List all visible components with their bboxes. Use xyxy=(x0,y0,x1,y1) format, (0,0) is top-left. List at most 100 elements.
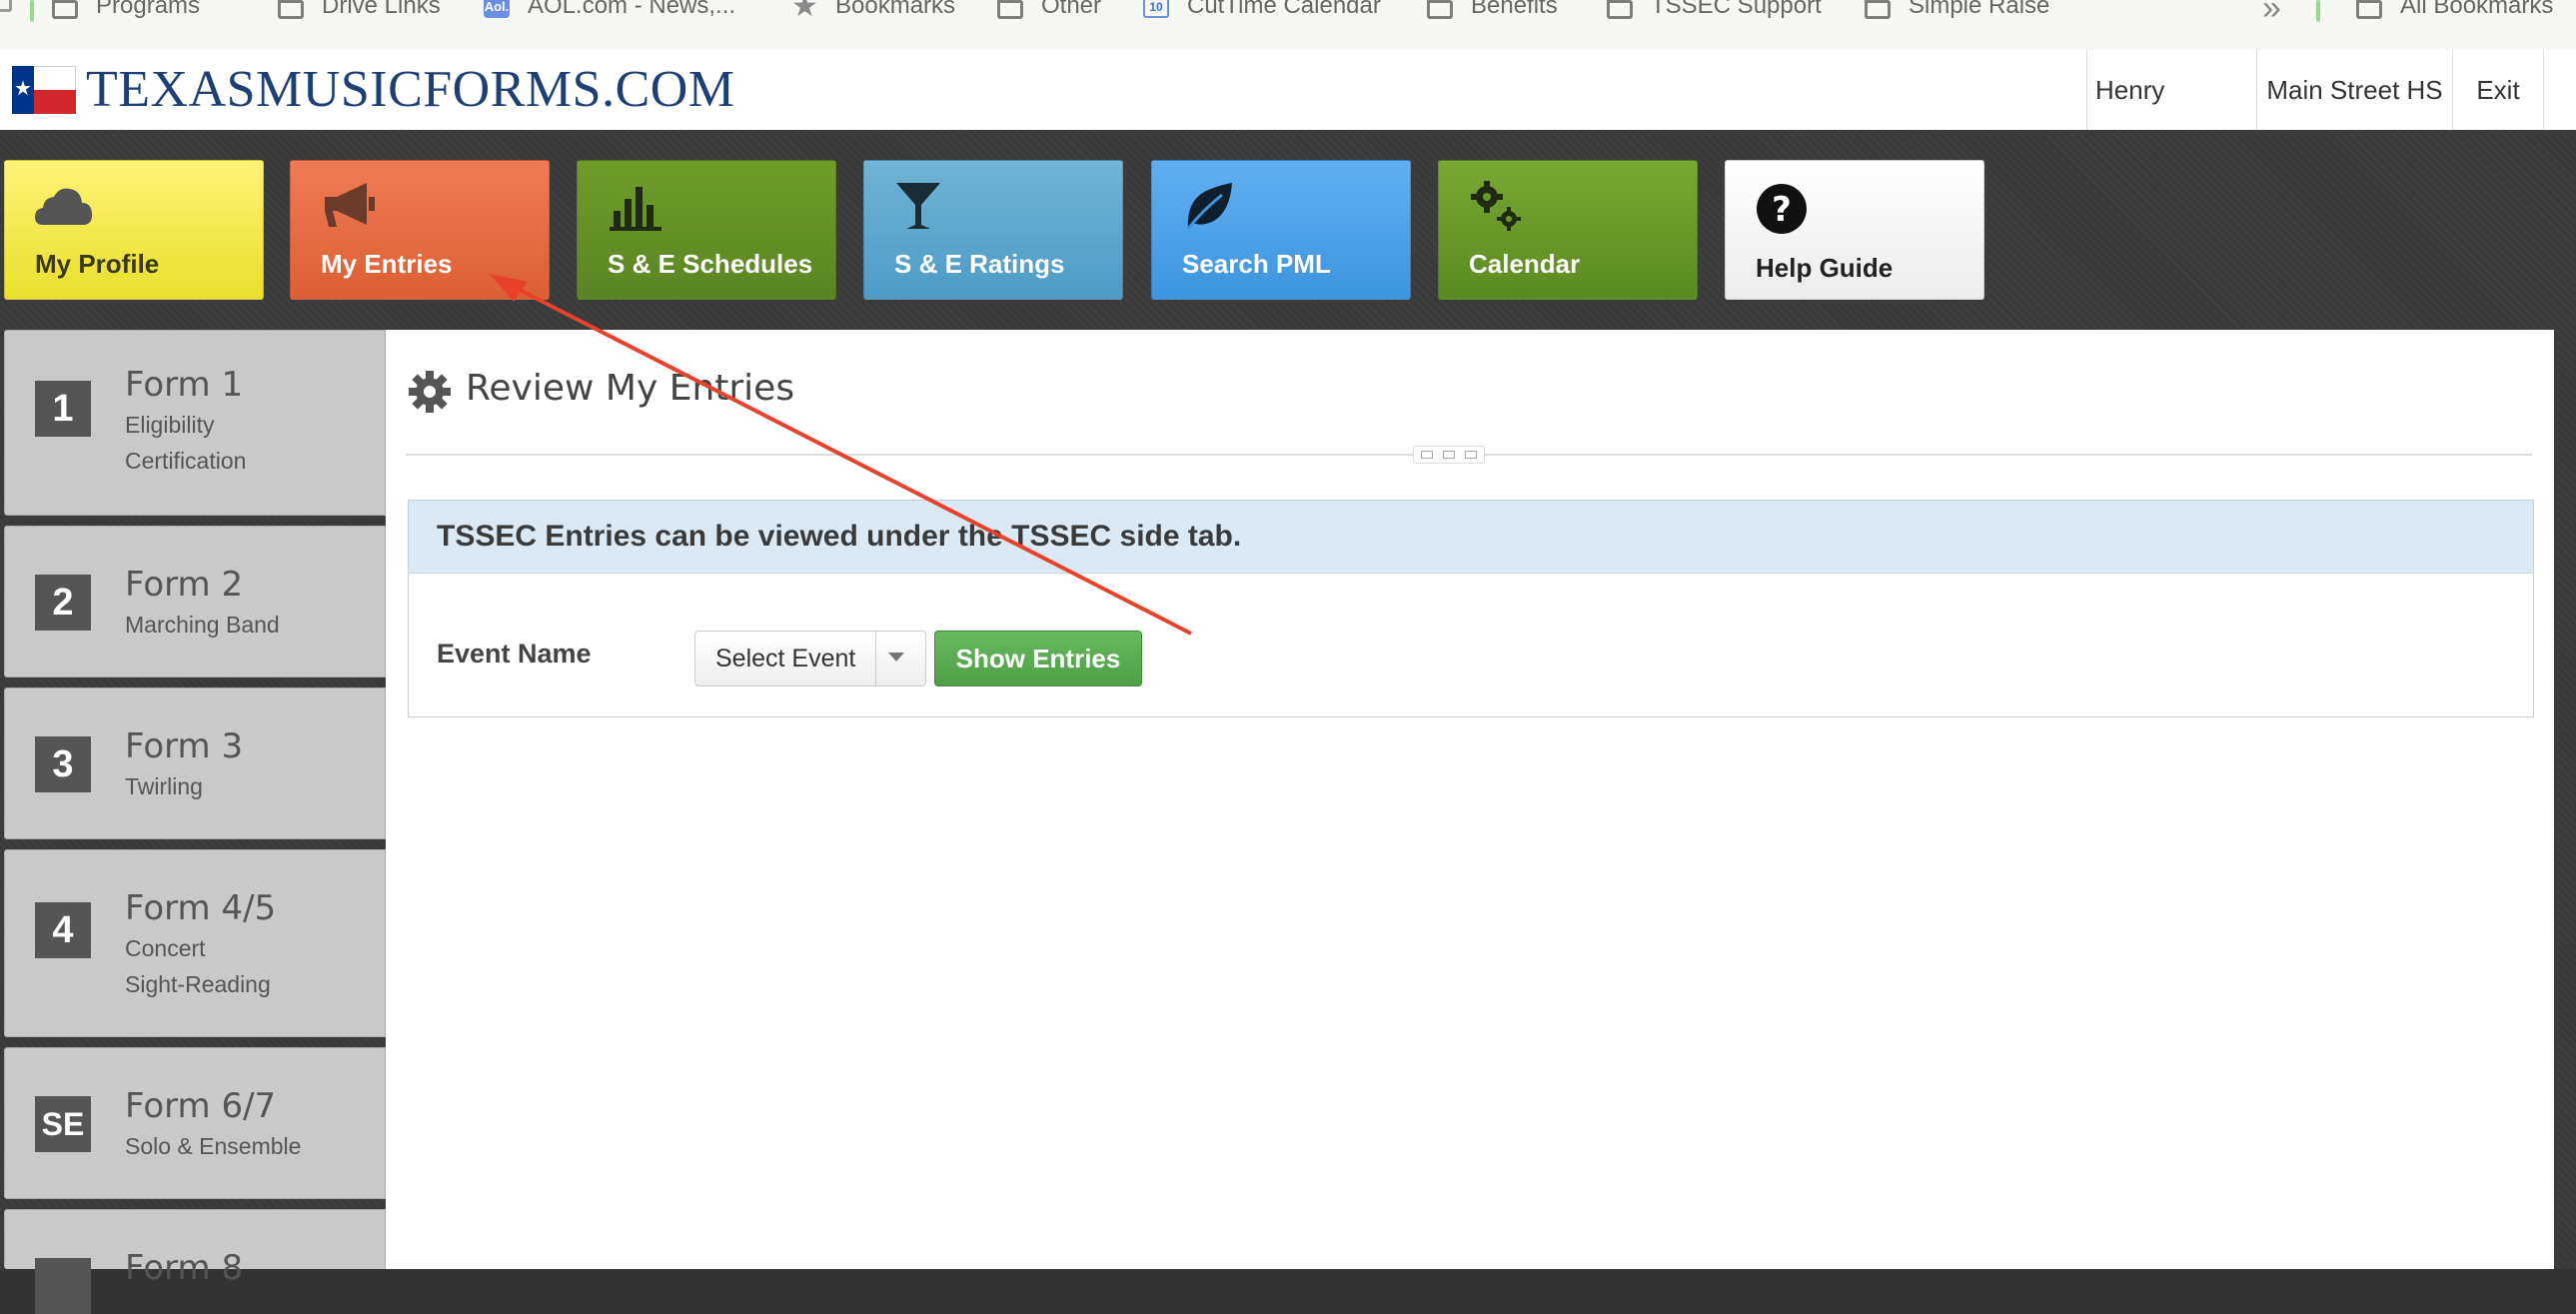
calendar-icon: 10 xyxy=(1143,0,1169,18)
bookmark-label: CutTime Calendar xyxy=(1187,0,1381,19)
tile-label: My Entries xyxy=(321,249,453,279)
bookmark-aol[interactable]: Aol. AOL.com - News,... xyxy=(484,0,735,26)
gears-icon xyxy=(1471,181,1521,231)
bookmark-cuttime-calendar[interactable]: 10 CutTime Calendar xyxy=(1143,0,1381,26)
sidebar-item-form-2[interactable]: 2 Form 2 Marching Band xyxy=(4,526,386,677)
event-name-label: Event Name xyxy=(437,639,592,668)
form-badge: 1 xyxy=(35,381,91,437)
show-entries-button[interactable]: Show Entries xyxy=(934,631,1142,686)
bookmark-other[interactable]: Other xyxy=(997,0,1101,26)
notice-banner: TSSEC Entries can be viewed under the TS… xyxy=(409,501,2533,574)
sidebar-item-form-1[interactable]: 1 Form 1 Eligibility Certification xyxy=(4,330,386,516)
texas-flag-logo: ★ xyxy=(12,66,76,114)
form-title: Form 6/7 xyxy=(125,1086,277,1126)
bookmark-label: Bookmarks xyxy=(835,0,956,19)
tile-help-guide[interactable]: ? Help Guide xyxy=(1725,160,1984,300)
bookmark-label: AOL.com - News,... xyxy=(528,0,736,19)
leaf-icon xyxy=(1186,183,1232,230)
glass-icon xyxy=(896,183,940,229)
form-title: Form 3 xyxy=(125,726,244,766)
form-title: Form 4/5 xyxy=(125,888,277,928)
school-name[interactable]: Main Street HS xyxy=(2256,50,2452,130)
bookmarks-separator xyxy=(2316,0,2320,22)
form-subtitle: Certification xyxy=(125,448,247,474)
form-badge: 3 xyxy=(35,736,91,792)
apps-icon[interactable] xyxy=(0,0,12,12)
bookmark-drive-links[interactable]: Drive Links xyxy=(278,0,441,26)
event-select-value: Select Event xyxy=(715,645,856,672)
bookmark-label: Benefits xyxy=(1471,0,1558,19)
form-subtitle: Solo & Ensemble xyxy=(125,1133,302,1159)
tile-label: Search PML xyxy=(1182,249,1331,279)
sidebar-item-form-8[interactable]: Form 8 xyxy=(4,1209,386,1314)
form-subtitle: Eligibility xyxy=(125,412,215,438)
page-title: Review My Entries xyxy=(466,368,795,409)
tile-se-schedules[interactable]: S & E Schedules xyxy=(577,160,836,300)
bookmark-programs[interactable]: Programs xyxy=(52,0,200,26)
collapse-handle[interactable] xyxy=(1413,446,1485,464)
bar-chart-icon xyxy=(610,187,661,231)
tile-my-profile[interactable]: My Profile xyxy=(4,160,264,300)
form-badge: SE xyxy=(35,1096,91,1152)
tile-search-pml[interactable]: Search PML xyxy=(1151,160,1411,300)
bookmark-bookmarks[interactable]: ★ Bookmarks xyxy=(791,0,955,26)
bookmark-benefits[interactable]: Benefits xyxy=(1427,0,1558,26)
megaphone-icon xyxy=(325,183,375,227)
bookmark-label: Programs xyxy=(96,0,201,19)
bookmarks-bar: Programs Drive Links Aol. AOL.com - News,… xyxy=(0,0,2576,51)
tile-label: S & E Schedules xyxy=(608,249,813,279)
tile-label: S & E Ratings xyxy=(894,249,1065,279)
aol-icon: Aol. xyxy=(484,0,510,18)
form-subtitle: Concert xyxy=(125,935,206,961)
bookmark-label: Other xyxy=(1041,0,1102,19)
sidebar-item-form-3[interactable]: 3 Form 3 Twirling xyxy=(4,687,386,839)
sidebar-item-form-4-5[interactable]: 4 Form 4/5 Concert Sight-Reading xyxy=(4,849,386,1037)
folder-icon xyxy=(1427,0,1453,19)
svg-text:?: ? xyxy=(1772,190,1792,230)
form-subtitle: Sight-Reading xyxy=(125,971,271,997)
folder-icon xyxy=(52,0,78,19)
tile-label: Calendar xyxy=(1469,249,1581,279)
exit-button[interactable]: Exit xyxy=(2452,50,2544,130)
more-bookmarks-chevron-icon[interactable]: » xyxy=(2262,0,2281,28)
tile-se-ratings[interactable]: S & E Ratings xyxy=(863,160,1123,300)
cloud-icon xyxy=(35,188,93,225)
folder-icon xyxy=(1865,0,1891,19)
form-title: Form 2 xyxy=(125,565,244,605)
form-badge xyxy=(35,1258,91,1314)
user-name[interactable]: Henry Fonda xyxy=(2086,50,2210,185)
tile-calendar[interactable]: Calendar xyxy=(1438,160,1698,300)
tile-label: Help Guide xyxy=(1756,253,1894,283)
bookmark-label: TSSEC Support xyxy=(1651,0,1822,19)
site-logo[interactable]: TEXASMUSICFORMS.COM xyxy=(86,58,735,122)
folder-icon xyxy=(997,0,1023,19)
event-select[interactable]: Select Event xyxy=(694,631,926,686)
folder-icon xyxy=(1607,0,1633,19)
form-badge: 2 xyxy=(35,575,91,631)
form-subtitle: Twirling xyxy=(125,773,203,799)
bookmark-label: All Bookmarks xyxy=(2400,0,2554,19)
question-icon: ? xyxy=(1757,184,1807,234)
notice-text: TSSEC Entries can be viewed under the TS… xyxy=(437,520,1242,553)
main-panel: Review My Entries TSSEC Entries can be v… xyxy=(386,330,2554,1269)
site-header: ★ TEXASMUSICFORMS.COM Henry Fonda Main S… xyxy=(0,50,2576,185)
all-bookmarks[interactable]: All Bookmarks xyxy=(2356,0,2553,26)
bookmarks-separator xyxy=(30,0,34,22)
form-subtitle: Marching Band xyxy=(125,612,280,638)
bookmark-label: Simple Raise xyxy=(1909,0,2050,19)
sidebar-item-form-6-7[interactable]: SE Form 6/7 Solo & Ensemble xyxy=(4,1047,386,1199)
folder-icon xyxy=(278,0,304,19)
tile-my-entries[interactable]: My Entries xyxy=(290,160,550,300)
bookmark-tssec-support[interactable]: TSSEC Support xyxy=(1607,0,1822,26)
form-title: Form 8 xyxy=(125,1248,244,1288)
star-icon: ★ xyxy=(791,0,818,23)
entries-box: TSSEC Entries can be viewed under the TS… xyxy=(408,500,2534,717)
bookmark-label: Drive Links xyxy=(322,0,441,19)
caret-down-icon xyxy=(888,653,904,661)
folder-icon xyxy=(2356,0,2382,19)
form-title: Form 1 xyxy=(125,365,244,405)
gear-icon xyxy=(409,371,451,413)
form-badge: 4 xyxy=(35,902,91,958)
tile-label: My Profile xyxy=(35,249,160,279)
bookmark-simple-raise[interactable]: Simple Raise xyxy=(1865,0,2049,26)
